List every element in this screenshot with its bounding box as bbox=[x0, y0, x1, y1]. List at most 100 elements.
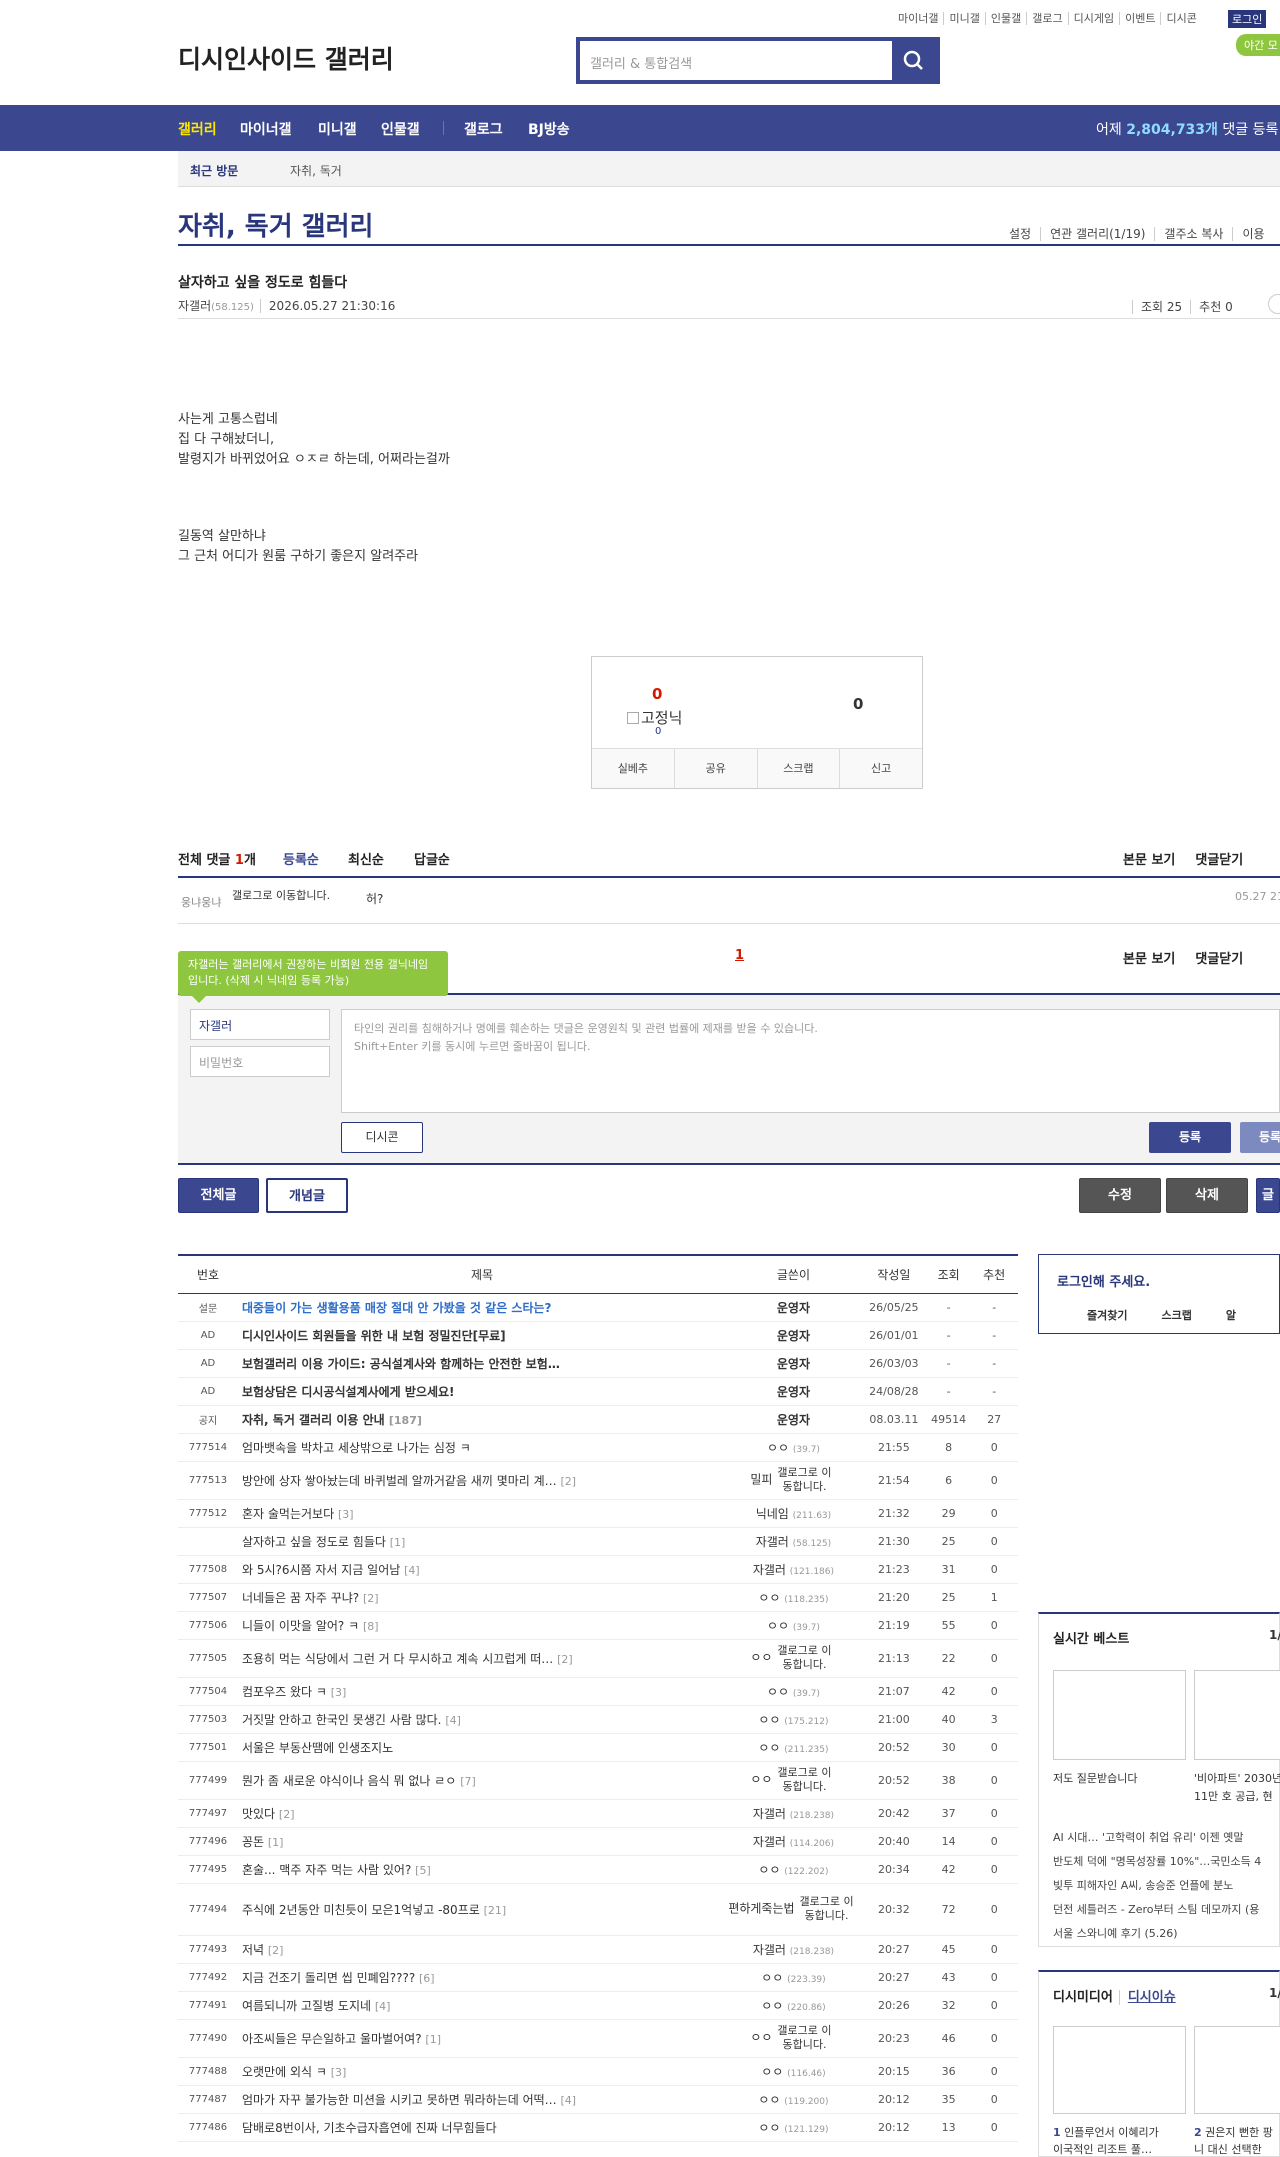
media-caption[interactable]: 2 권은지 뻔한 팡 니 대신 선택한 bbox=[1194, 2124, 1273, 2157]
post-writer-nick[interactable]: ㅇㅇ bbox=[758, 1741, 780, 1755]
post-title-link[interactable]: 담배로8번이사, 기초수급자흡연에 진짜 너무힘들다 bbox=[242, 2121, 497, 2135]
post-row[interactable]: 777497 맛있다 [2] 자갤러 (218.238) 20:42 37 0 bbox=[178, 1799, 1018, 1828]
post-title-link[interactable]: 여름되니까 고질병 도지네 bbox=[242, 1999, 371, 2013]
post-row[interactable]: 공지 자취, 독거 갤러리 이용 안내 [187] 운영자 08.03.11 4951… bbox=[178, 1405, 1018, 1434]
best-list-item[interactable]: AI 시대… '고학력이 취업 유리' 이젠 옛말 bbox=[1053, 1826, 1261, 1850]
post-writer-nick[interactable]: ㅇㅇ bbox=[761, 2065, 783, 2079]
media-thumbnail[interactable] bbox=[1053, 2026, 1186, 2114]
post-writer-nick[interactable]: 운영자 bbox=[777, 1385, 810, 1399]
post-title-link[interactable]: 와 5시?6시쯤 자서 지금 일어남 bbox=[242, 1563, 400, 1577]
reply-count[interactable]: [21] bbox=[484, 1904, 507, 1917]
nav-gallog[interactable]: 갤로그 bbox=[464, 119, 503, 139]
post-writer-nick[interactable]: 운영자 bbox=[777, 1357, 810, 1371]
scrap-link[interactable]: 스크랩 bbox=[1161, 1309, 1191, 1322]
post-row[interactable]: AD 보험갤러리 이용 가이드: 공식설계사와 함께하는 안전한 보험… 운영자 … bbox=[178, 1349, 1018, 1378]
post-row[interactable]: 777501 서울은 부동산땜에 인생조지노 ㅇㅇ (211.235) 20:52 3… bbox=[178, 1733, 1018, 1762]
post-row[interactable]: 설문 대중들이 가는 생활용품 매장 절대 안 가봤을 것 같은 스타는? 운영자… bbox=[178, 1293, 1018, 1322]
post-row[interactable]: AD 보험상담은 디시공식설계사에게 받으세요! 운영자 24/08/28- - bbox=[178, 1377, 1018, 1406]
sort-reply[interactable]: 답글순 bbox=[414, 849, 450, 868]
sort-registered[interactable]: 등록순 bbox=[283, 849, 319, 868]
media-thumbnail[interactable] bbox=[1194, 2026, 1280, 2114]
post-writer-nick[interactable]: 자갤러 bbox=[753, 1807, 786, 1821]
top-link[interactable]: 갤로그 bbox=[1026, 12, 1068, 25]
gallog-icon[interactable]: 갤로그로 이동합니다. bbox=[772, 1644, 836, 1672]
post-writer-nick[interactable]: 자갤러 bbox=[753, 1835, 786, 1849]
reply-count[interactable]: [4] bbox=[445, 1714, 461, 1727]
best-caption[interactable]: '비아파트' 2030년 11만 호 공급, 현 bbox=[1194, 1770, 1280, 1806]
site-logo[interactable]: 디시인사이드 갤러리 bbox=[178, 40, 394, 76]
post-writer-nick[interactable]: 운영자 bbox=[777, 1413, 810, 1427]
top-link[interactable]: 디시콘 bbox=[1160, 12, 1202, 25]
reply-count[interactable]: [2] bbox=[363, 1592, 379, 1605]
nav-person-gallery[interactable]: 인물갤 bbox=[381, 119, 420, 139]
close-comments-button-2[interactable]: 댓글닫기 bbox=[1195, 952, 1243, 967]
post-writer-nick[interactable]: ㅇㅇ bbox=[761, 1971, 783, 1985]
favorites-link[interactable]: 즐겨찾기 bbox=[1087, 1309, 1127, 1322]
media-caption[interactable]: 1 인플루언서 이혜리가 이국적인 리조트 풀… bbox=[1053, 2124, 1159, 2157]
post-title-link[interactable]: 대중들이 가는 생활용품 매장 절대 안 가봤을 것 같은 스타는? bbox=[242, 1301, 552, 1315]
post-writer-nick[interactable]: ㅇㅇ bbox=[758, 1591, 780, 1605]
post-title-link[interactable]: 오랫만에 외식 ㅋ bbox=[242, 2065, 327, 2079]
best-list-item[interactable]: 던전 세틀러즈 - Zero부터 스팀 데모까지 (용 bbox=[1053, 1898, 1261, 1922]
close-comments-button[interactable]: 댓글닫기 bbox=[1195, 853, 1243, 868]
top-link[interactable]: 디시게임 bbox=[1067, 12, 1120, 25]
post-row[interactable]: 777495 혼술... 맥주 자주 먹는 사람 있어? [5] ㅇㅇ (122.2… bbox=[178, 1855, 1018, 1884]
reply-count[interactable]: [1] bbox=[268, 1836, 284, 1849]
best-list-item[interactable]: 빚투 피해자인 A씨, 송승준 언플에 분노 bbox=[1053, 1874, 1261, 1898]
top-link[interactable]: 이벤트 bbox=[1119, 12, 1161, 25]
post-title-link[interactable]: 너네들은 꿈 자주 꾸냐? bbox=[242, 1591, 359, 1605]
notification-link[interactable]: 알 bbox=[1226, 1309, 1236, 1322]
post-row[interactable]: 777514 엄마뱃속을 박차고 세상밖으로 나가는 심정 ㅋ ㅇㅇ (39.7)… bbox=[178, 1433, 1018, 1462]
dccon-button[interactable]: 디시콘 bbox=[341, 1122, 423, 1153]
post-row[interactable]: 777507 너네들은 꿈 자주 꾸냐? [2] ㅇㅇ (118.235) 21:20… bbox=[178, 1583, 1018, 1612]
post-row[interactable]: 777491 여름되니까 고질병 도지네 [4] ㅇㅇ (220.86) 20:26 3… bbox=[178, 1991, 1018, 2020]
reply-count[interactable]: [4] bbox=[375, 2000, 391, 2013]
edit-button[interactable]: 수정 bbox=[1079, 1178, 1161, 1213]
post-writer-nick[interactable]: 자갤러 bbox=[753, 1563, 786, 1577]
post-writer-nick[interactable]: ㅇㅇ bbox=[758, 2121, 780, 2135]
dc-issue-tab[interactable]: 디시이슈 bbox=[1118, 1990, 1176, 2005]
post-row[interactable]: 777508 와 5시?6시쯤 자서 지금 일어남 [4] 자갤러 (121.186… bbox=[178, 1555, 1018, 1584]
reply-count[interactable]: [3] bbox=[338, 1508, 354, 1521]
scrap-button[interactable]: 스크랩 bbox=[756, 749, 840, 788]
dc-media-tab[interactable]: 디시미디어 bbox=[1053, 1990, 1113, 2005]
post-row[interactable]: 777490 아조씨들은 무슨일하고 울마벌어여? [1] ㅇㅇ 갤로그로 이동합니다… bbox=[178, 2019, 1018, 2058]
reply-count[interactable]: [2] bbox=[561, 1475, 577, 1488]
login-prompt[interactable]: 로그인해 주세요. bbox=[1057, 1271, 1150, 1290]
gallog-icon[interactable]: 갤로그로 이동합니다. bbox=[772, 2024, 836, 2052]
nav-gallery[interactable]: 갤러리 bbox=[178, 119, 217, 139]
gallery-title[interactable]: 자취, 독거 갤러리 bbox=[178, 206, 373, 243]
post-row[interactable]: 살자하고 싶을 정도로 힘들다 [1] 자갤러 (58.125) 21:30 25 0 bbox=[178, 1527, 1018, 1556]
post-title-link[interactable]: 서울은 부동산땜에 인생조지노 bbox=[242, 1741, 393, 1755]
share-button[interactable]: 공유 bbox=[673, 749, 757, 788]
post-row[interactable]: 777512 혼자 술먹는거보다 [3] 닉네임 (211.63) 21:32 29 0 bbox=[178, 1499, 1018, 1528]
post-row[interactable]: 777493 저녁 [2] 자갤러 (218.238) 20:27 45 0 bbox=[178, 1935, 1018, 1964]
view-post-button[interactable]: 본문 보기 bbox=[1123, 853, 1175, 868]
post-row[interactable]: 777506 니들이 이맛을 알어? ㅋ [8] ㅇㅇ (39.7) 21:19 55 0 bbox=[178, 1611, 1018, 1640]
gallog-icon[interactable]: 갤로그로 이동합니다. bbox=[772, 1766, 836, 1794]
submit-recommend-button[interactable]: 등록 bbox=[1240, 1122, 1280, 1153]
post-row[interactable]: 777496 꽁돈 [1] 자갤러 (114.206) 20:40 14 0 bbox=[178, 1827, 1018, 1856]
post-title-link[interactable]: 방안에 상자 쌓아놨는데 바퀴벌레 알까거같음 새끼 몇마리 계… bbox=[242, 1474, 557, 1488]
search-input[interactable]: 갤러리 & 통합검색 bbox=[590, 53, 692, 72]
post-writer-nick[interactable]: 운영자 bbox=[777, 1329, 810, 1343]
comment-textarea[interactable]: 타인의 권리를 침해하거나 명예를 훼손하는 댓글은 운영원칙 및 관련 법률에… bbox=[341, 1009, 1280, 1113]
best-list-item[interactable]: 서울 스와니예 후기 (5.26) bbox=[1053, 1922, 1261, 1946]
post-writer-nick[interactable]: 운영자 bbox=[777, 1301, 810, 1315]
view-post-button-2[interactable]: 본문 보기 bbox=[1123, 952, 1175, 967]
post-title-link[interactable]: 아조씨들은 무슨일하고 울마벌어여? bbox=[242, 2032, 422, 2046]
post-writer-nick[interactable]: 편하게죽는법 bbox=[728, 1902, 794, 1916]
post-title-link[interactable]: 혼자 술먹는거보다 bbox=[242, 1507, 334, 1521]
post-title-link[interactable]: 자취, 독거 갤러리 이용 안내 bbox=[242, 1413, 385, 1427]
post-writer-nick[interactable]: 자갤러 bbox=[753, 1943, 786, 1957]
post-row[interactable]: 777505 조용히 먹는 식당에서 그런 거 다 무시하고 계속 시끄럽게 떠…… bbox=[178, 1639, 1018, 1678]
top-link[interactable]: 인물갤 bbox=[984, 12, 1027, 25]
reply-count[interactable]: [2] bbox=[557, 1653, 573, 1666]
reply-count[interactable]: [2] bbox=[279, 1808, 295, 1821]
reply-count[interactable]: [4] bbox=[404, 1564, 420, 1577]
comment-page-1[interactable]: 1 bbox=[735, 948, 744, 963]
post-writer-nick[interactable]: 자갤러 bbox=[756, 1535, 789, 1549]
post-title-link[interactable]: 꽁돈 bbox=[242, 1835, 264, 1849]
reply-count[interactable]: [8] bbox=[363, 1620, 379, 1633]
post-writer-nick[interactable]: ㅇㅇ bbox=[767, 1441, 789, 1455]
